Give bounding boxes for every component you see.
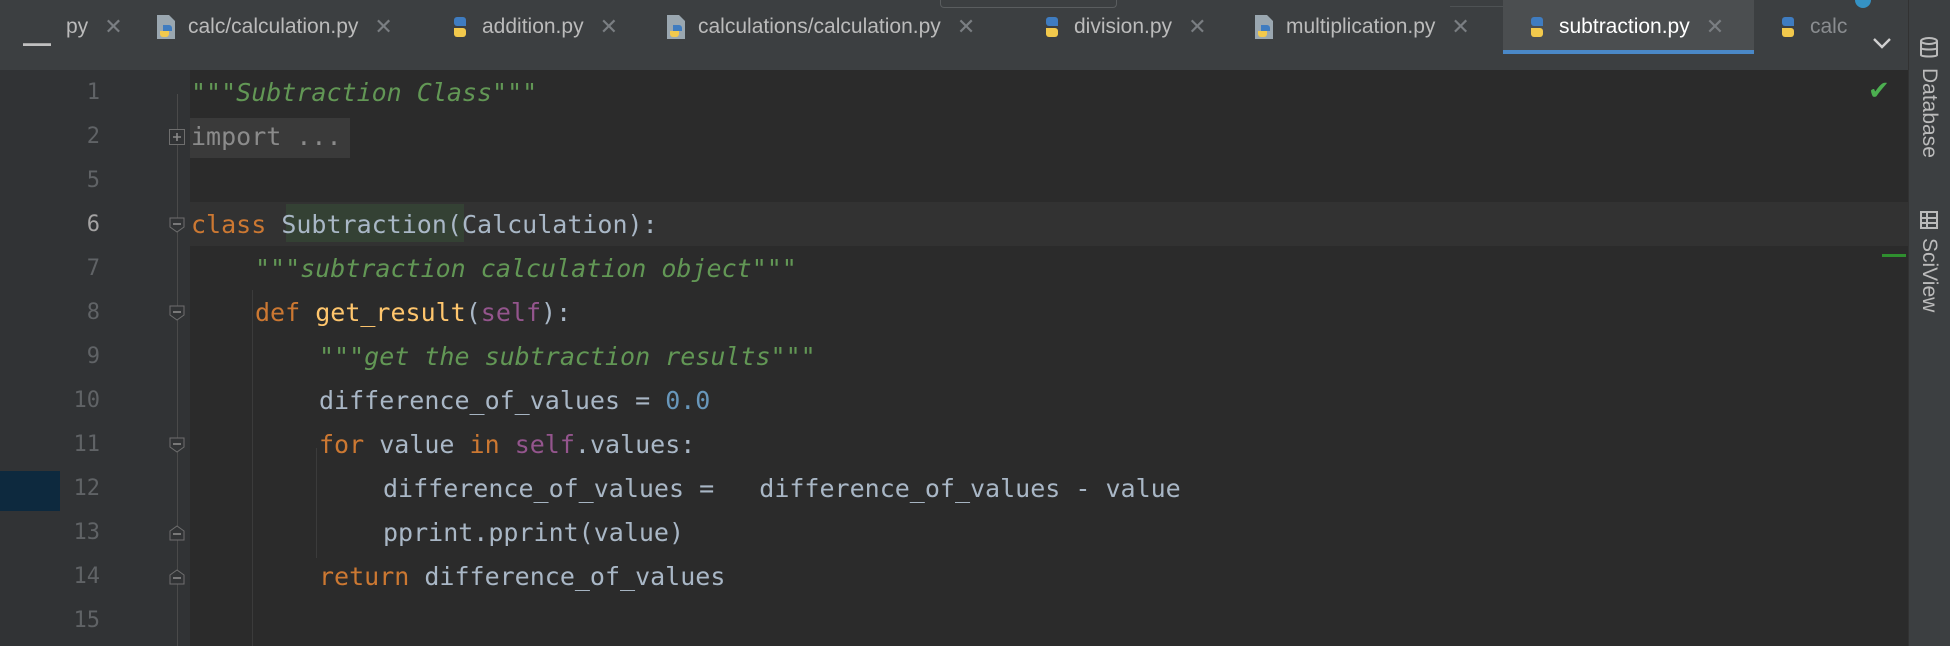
close-icon[interactable]: ✕ xyxy=(104,15,122,40)
tab-label: calculations/calculation.py xyxy=(698,15,941,38)
line-number: 13 xyxy=(73,520,101,545)
chevron-down-icon[interactable] xyxy=(1862,16,1902,70)
tab-label: subtraction.py xyxy=(1559,15,1690,38)
line-number-current: 6 xyxy=(86,212,100,237)
code-line-1[interactable]: """Subtraction Class""" xyxy=(191,71,537,115)
sciview-label: SciView xyxy=(1918,238,1941,313)
tab-calc-partial[interactable]: calc xyxy=(1774,0,1858,54)
tab-division[interactable]: division.py ✕ xyxy=(1038,0,1220,54)
close-icon[interactable]: ✕ xyxy=(957,15,975,40)
close-icon[interactable]: ✕ xyxy=(1451,15,1469,40)
tab-multiplication[interactable]: multiplication.py ✕ xyxy=(1250,0,1488,54)
code-line-6[interactable]: class Subtraction(Calculation): xyxy=(191,203,658,247)
close-icon[interactable]: ✕ xyxy=(1188,15,1206,40)
database-tool-window-button[interactable]: Database xyxy=(1908,36,1950,158)
indent-guide xyxy=(252,290,253,646)
python-file-icon xyxy=(1046,17,1058,37)
sciview-tool-window-button[interactable]: SciView xyxy=(1908,210,1950,312)
line-number: 2 xyxy=(86,124,100,149)
line-number: 9 xyxy=(86,344,100,369)
code-line-11[interactable]: for value in self.values: xyxy=(319,423,695,467)
tab-label: py xyxy=(66,15,89,38)
code-line-12[interactable]: difference_of_values = difference_of_val… xyxy=(383,467,1181,511)
fold-collapse-icon[interactable] xyxy=(168,216,186,234)
fold-end-icon[interactable] xyxy=(168,568,186,586)
python-file-icon xyxy=(1255,15,1273,39)
inspection-ok-icon[interactable]: ✔ xyxy=(1868,76,1898,106)
line-number: 5 xyxy=(86,168,100,193)
line-number: 15 xyxy=(73,608,101,633)
tab-label: division.py xyxy=(1074,15,1173,38)
line-number: 1 xyxy=(86,80,100,105)
tab-calculations-calculation[interactable]: calculations/calculation.py ✕ xyxy=(662,0,1008,54)
tab-label: multiplication.py xyxy=(1286,15,1436,38)
fold-collapse-icon[interactable] xyxy=(168,304,186,322)
python-file-icon xyxy=(667,15,685,39)
selected-structure-item[interactable] xyxy=(0,471,60,511)
tab-label: calc/calculation.py xyxy=(188,15,359,38)
close-icon[interactable]: ✕ xyxy=(374,15,392,40)
close-icon[interactable]: ✕ xyxy=(1706,15,1724,40)
tab-py-partial[interactable]: py ✕ xyxy=(66,0,124,54)
python-file-icon xyxy=(157,15,175,39)
code-line-2[interactable]: import ... xyxy=(191,115,342,159)
code-line-14[interactable]: return difference_of_values xyxy=(319,555,725,599)
code-line-13[interactable]: pprint.pprint(value) xyxy=(383,511,684,555)
tab-label: addition.py xyxy=(482,15,584,38)
fold-end-icon[interactable] xyxy=(168,524,186,542)
fold-collapse-icon[interactable] xyxy=(168,436,186,454)
line-number: 7 xyxy=(86,256,100,281)
code-line-10[interactable]: difference_of_values = 0.0 xyxy=(319,379,710,423)
code-line-7[interactable]: """subtraction calculation object""" xyxy=(255,247,797,291)
line-number: 14 xyxy=(73,564,101,589)
fold-expand-icon[interactable] xyxy=(168,128,186,146)
database-label: Database xyxy=(1918,68,1941,158)
python-file-icon xyxy=(454,17,466,37)
fold-guide-line xyxy=(177,94,178,646)
tab-addition[interactable]: addition.py ✕ xyxy=(446,0,632,54)
tab-label: calc xyxy=(1810,15,1848,38)
indent-guide xyxy=(316,448,317,558)
tab-subtraction[interactable]: subtraction.py ✕ xyxy=(1503,0,1754,54)
line-number: 8 xyxy=(86,300,100,325)
code-line-8[interactable]: def get_result(self): xyxy=(255,291,571,335)
line-number: 11 xyxy=(73,432,101,457)
sciview-icon xyxy=(1920,211,1938,229)
python-file-icon xyxy=(1531,17,1543,37)
line-number: 12 xyxy=(73,476,101,501)
vcs-change-marker[interactable] xyxy=(1882,254,1906,257)
line-number: 10 xyxy=(73,388,101,413)
database-icon xyxy=(1920,37,1938,58)
left-tool-strip xyxy=(0,70,60,646)
tab-calc-calculation[interactable]: calc/calculation.py ✕ xyxy=(152,0,442,54)
collapse-tabs-icon[interactable]: — xyxy=(14,16,60,70)
close-icon[interactable]: ✕ xyxy=(600,15,618,40)
python-file-icon xyxy=(1782,17,1794,37)
code-line-9[interactable]: """get the subtraction results""" xyxy=(319,335,816,379)
